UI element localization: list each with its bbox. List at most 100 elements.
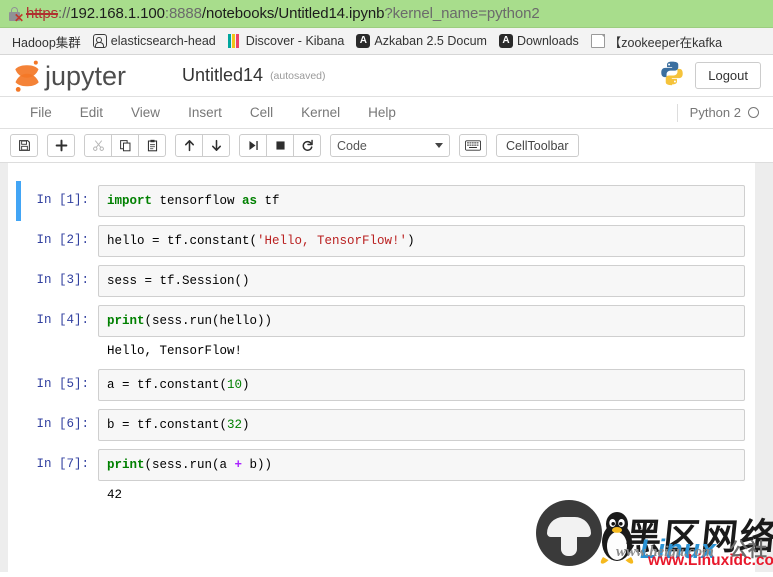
cell-input[interactable]: sess = tf.Session() [98,265,745,297]
url-separator: :// [58,5,71,22]
menu-item-help[interactable]: Help [354,99,410,126]
bookmark-azkaban-docs[interactable]: A Azkaban 2.5 Docum [350,30,493,52]
notebook-toolbar: Code CellToolbar [0,129,773,163]
bookmark-label: Discover - Kibana [245,34,345,48]
chevron-down-icon [435,143,443,148]
cell-input[interactable]: hello = tf.constant('Hello, TensorFlow!'… [98,225,745,257]
plus-icon [55,139,68,152]
toolbar-group-insert [47,134,75,157]
azkaban-icon: A [356,34,371,48]
cell-type-value: Code [337,138,367,153]
bookmarks-bar: Hadoop集群 elasticsearch-head Discover - K… [0,28,773,55]
python-logo [659,60,685,91]
bookmark-label: Hadoop集群 [12,35,81,50]
copy-icon [119,139,132,152]
cell-output-text: Hello, TensorFlow! [107,344,243,358]
toolbar-group-keyboard [459,134,487,157]
bookmark-label: 【zookeeper在kafka [608,35,723,50]
cell-prompt: In [1]: [36,193,89,207]
jupyter-logo[interactable]: jupyter [14,59,164,93]
notebook-title[interactable]: Untitled14 [182,65,263,86]
move-cell-up-button[interactable] [175,134,203,157]
interrupt-kernel-button[interactable] [266,134,294,157]
cell-output-text: 42 [107,488,123,502]
url-port: :8888 [164,5,202,22]
copy-cell-button[interactable] [111,134,139,157]
cell-prompt: In [3]: [36,273,89,287]
menu-item-file[interactable]: File [16,99,66,126]
url-host: 192.168.1.100 [70,5,165,22]
notebook-cell[interactable]: In [7]: print(sess.run(a + b)) [16,449,745,481]
svg-text:jupyter: jupyter [44,61,126,91]
notebook-cell[interactable]: In [5]: a = tf.constant(10) [16,369,745,401]
menu-item-cell[interactable]: Cell [236,99,287,126]
toolbar-group-clipboard [84,134,166,157]
restart-kernel-button[interactable] [293,134,321,157]
kibana-bars-icon [227,34,242,48]
run-icon [247,139,260,152]
paste-cell-button[interactable] [138,134,166,157]
bookmark-label: Azkaban 2.5 Docum [374,34,487,48]
toolbar-group-save [10,134,38,157]
notebook-cell[interactable]: In [2]: hello = tf.constant('Hello, Tens… [16,225,745,257]
cell-input[interactable]: import tensorflow as tf [98,185,745,217]
menu-item-kernel[interactable]: Kernel [287,99,354,126]
stop-square-icon [274,139,287,152]
move-cell-down-button[interactable] [202,134,230,157]
menu-bar: File Edit View Insert Cell Kernel Help P… [0,97,773,129]
azkaban-icon: A [498,34,513,48]
save-button[interactable] [10,134,38,157]
bookmark-label: elasticsearch-head [110,34,216,48]
jupyter-header: jupyter Untitled14 (autosaved) Logout [0,55,773,97]
kernel-name-label: Python 2 [689,105,741,120]
notebook-cell[interactable]: In [4]: print(sess.run(hello)) [16,305,745,337]
notebook-cell[interactable]: In [3]: sess = tf.Session() [16,265,745,297]
notebook-cell[interactable]: In [6]: b = tf.constant(32) [16,409,745,441]
browser-chrome: ✕ https://192.168.1.100:8888/notebooks/U… [0,0,773,55]
url-query: ?kernel_name=python2 [384,5,540,22]
cut-cell-button[interactable] [84,134,112,157]
run-cell-button[interactable] [239,134,267,157]
url-text[interactable]: https://192.168.1.100:8888/notebooks/Unt… [26,5,540,22]
logout-button[interactable]: Logout [695,62,761,89]
kernel-indicator: Python 2 [676,103,773,122]
header-right-group: Logout [659,60,761,91]
kernel-idle-circle-icon [748,107,759,118]
notebook-cell[interactable]: In [1]: import tensorflow as tf [16,181,745,221]
restart-icon [301,139,314,152]
cell-prompt: In [5]: [36,377,89,391]
menu-item-view[interactable]: View [117,99,174,126]
cell-prompt: In [2]: [36,233,89,247]
output-spacer [24,487,98,503]
insert-cell-button[interactable] [47,134,75,157]
keyboard-shortcuts-button[interactable] [459,134,487,157]
bookmark-label: Downloads [516,34,579,48]
toolbar-group-run [239,134,321,157]
autosave-status: (autosaved) [270,69,326,82]
cell-input[interactable]: print(sess.run(hello)) [98,305,745,337]
cell-input[interactable]: print(sess.run(a + b)) [98,449,745,481]
cell-prompt: In [7]: [36,457,89,471]
url-path: /notebooks/Untitled14.ipynb [201,5,385,22]
celltoolbar-button[interactable]: CellToolbar [496,134,579,157]
page-icon [590,34,605,48]
cell-type-select[interactable]: Code [330,134,450,157]
cell-prompt: In [6]: [36,417,89,431]
menu-item-insert[interactable]: Insert [174,99,236,126]
toolbar-group-move [175,134,230,157]
bookmark-downloads[interactable]: A Downloads [493,30,585,52]
scissors-icon [92,139,105,152]
bookmark-elasticsearch-head[interactable]: elasticsearch-head [87,30,222,52]
menu-item-edit[interactable]: Edit [66,99,117,126]
url-scheme: https [26,5,59,22]
browser-url-bar[interactable]: ✕ https://192.168.1.100:8888/notebooks/U… [0,0,773,28]
paste-icon [146,139,159,152]
cell-input[interactable]: b = tf.constant(32) [98,409,745,441]
bookmark-zookeeper-kafka[interactable]: 【zookeeper在kafka [585,30,728,52]
bookmark-discover-kibana[interactable]: Discover - Kibana [222,30,351,52]
cell-prompt: In [4]: [36,313,89,327]
insecure-https-lock-icon[interactable]: ✕ [8,6,24,24]
floppy-disk-icon [18,139,31,152]
bookmark-hadoop-cluster[interactable]: Hadoop集群 [2,30,87,52]
cell-input[interactable]: a = tf.constant(10) [98,369,745,401]
